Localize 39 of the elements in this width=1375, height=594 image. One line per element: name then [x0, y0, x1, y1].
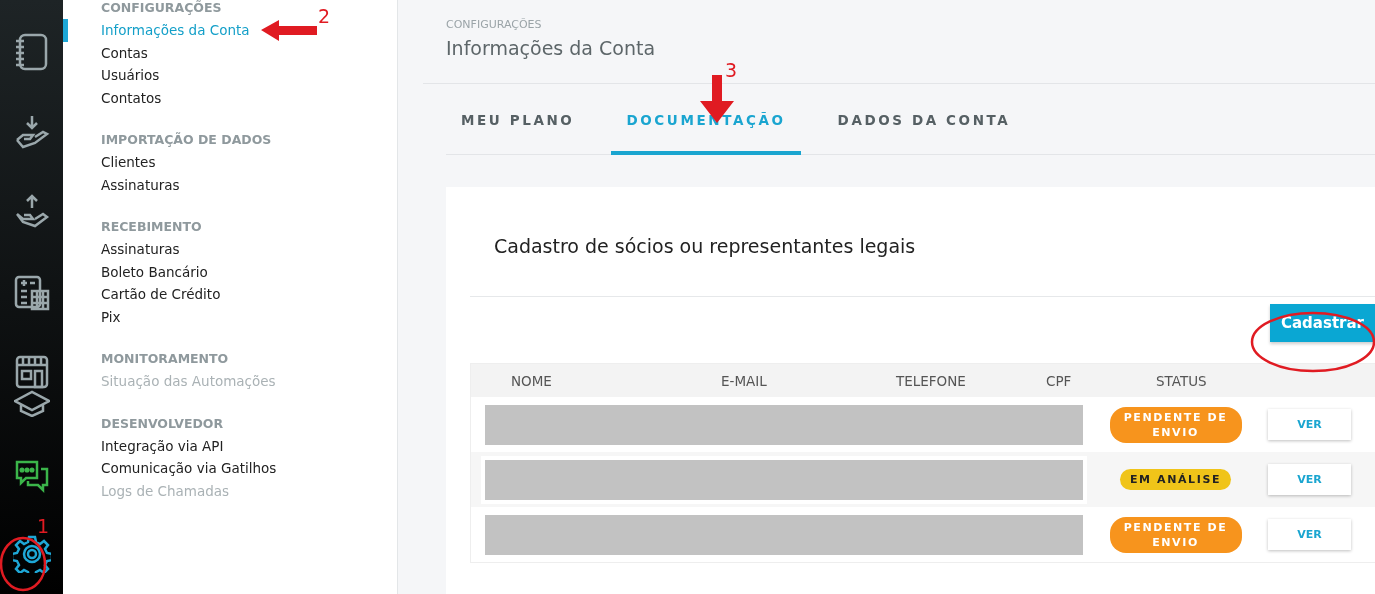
status-badge: PENDENTE DE ENVIO: [1109, 406, 1242, 443]
sidebar-item[interactable]: Boleto Bancário: [63, 260, 208, 283]
tab[interactable]: DADOS DA CONTA: [822, 84, 1026, 155]
status-badge: PENDENTE DE ENVIO: [1109, 516, 1242, 553]
annotation-number: 1: [37, 516, 50, 536]
column-heading: STATUS: [1156, 372, 1208, 389]
annotation-number: 3: [725, 60, 738, 80]
page-title: Informações da Conta: [446, 36, 657, 61]
sidebar-item[interactable]: Contas: [63, 41, 148, 64]
notebook-icon[interactable]: [13, 33, 50, 72]
column-heading: NOME: [511, 372, 553, 389]
sidebar-item[interactable]: Clientes: [63, 151, 156, 174]
annotation-number: 2: [318, 6, 331, 26]
sidebar-item[interactable]: Integração via API: [63, 434, 224, 457]
sidebar-item[interactable]: Cartão de Crédito: [63, 283, 221, 306]
section-heading: RECEBIMENTO: [101, 218, 202, 236]
calculator-icon[interactable]: [13, 274, 50, 311]
section-heading: MONITORAMENTO: [101, 350, 229, 368]
tab[interactable]: MEU PLANO: [446, 84, 590, 155]
card-title: Cadastro de sócios ou representantes legais: [470, 187, 1375, 297]
sidebar-item[interactable]: Usuários: [63, 64, 160, 87]
section-heading: DESENVOLVEDOR: [101, 414, 224, 433]
column-heading: TELEFONE: [896, 372, 967, 389]
sidebar-item[interactable]: Contatos: [63, 86, 162, 109]
sidebar-item[interactable]: Assinaturas: [63, 173, 180, 196]
section-heading: IMPORTAÇÃO DE DADOS: [101, 131, 272, 149]
sidebar-item[interactable]: Comunicação via Gatilhos: [63, 457, 277, 480]
settings-icon[interactable]: [12, 534, 51, 573]
annotation-arrow: [261, 19, 317, 41]
store-graduation-cap-icon[interactable]: [13, 354, 50, 417]
sidebar-item[interactable]: Assinaturas: [63, 238, 180, 261]
status-badge: EM ANÁLISE: [1119, 469, 1232, 490]
sidebar-item[interactable]: Pix: [63, 305, 121, 328]
hand-down-arrow-icon[interactable]: [13, 114, 50, 151]
column-heading: E-MAIL: [721, 372, 768, 389]
column-heading: CPF: [1046, 372, 1073, 389]
chat-bubbles-icon[interactable]: [13, 458, 50, 495]
breadcrumb: CONFIGURAÇÕES: [446, 17, 543, 33]
section-heading: CONFIGURAÇÕES: [101, 0, 222, 17]
